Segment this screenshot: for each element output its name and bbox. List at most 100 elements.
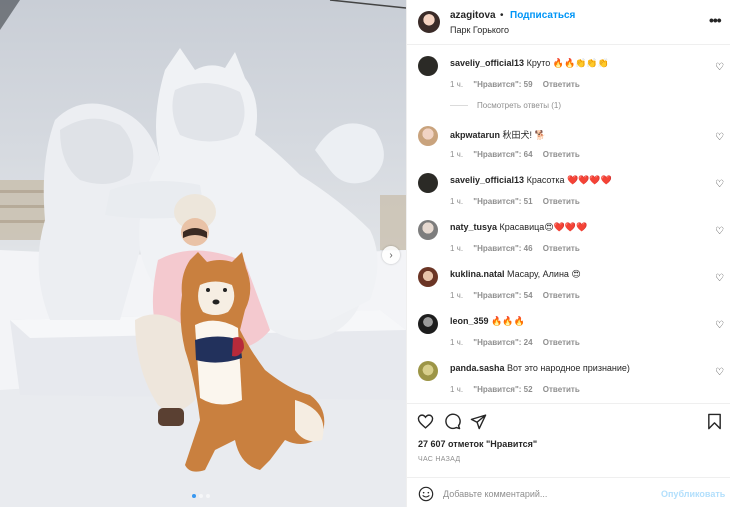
commenter-username[interactable]: saveliy_official13: [450, 58, 524, 68]
comment-like-heart-icon[interactable]: ♡: [715, 62, 724, 73]
comment-text: Вот это народное признание): [507, 363, 630, 373]
comment-item: leon_359 🔥🔥🔥 1 ч. "Нравится": 24 Ответит…: [407, 304, 730, 351]
reply-button[interactable]: Ответить: [543, 150, 580, 159]
post-location[interactable]: Парк Горького: [450, 25, 509, 35]
comment-item: saveliy_official13 Красотка ❤️❤️❤️❤️ 1 ч…: [407, 163, 730, 210]
view-replies-label: Посмотреть ответы (1): [477, 101, 562, 110]
comment-body: saveliy_official13 Круто 🔥🔥👏👏👏: [450, 58, 609, 69]
commenter-avatar[interactable]: [418, 314, 438, 334]
comment-likes[interactable]: "Нравится": 54: [473, 291, 532, 300]
comment-time: 1 ч.: [450, 197, 464, 206]
comment-item: panda.sasha Вот это народное признание) …: [407, 351, 730, 398]
commenter-username[interactable]: akpwatarun: [450, 130, 500, 140]
carousel-dot-active: [192, 494, 196, 498]
comment-body: naty_tusya Красавица😍❤️❤️❤️: [450, 222, 587, 233]
reply-button[interactable]: Ответить: [543, 338, 580, 347]
commenter-username[interactable]: kuklina.natal: [450, 269, 505, 279]
comment-time: 1 ч.: [450, 80, 464, 89]
reply-button[interactable]: Ответить: [543, 197, 580, 206]
carousel-dot: [199, 494, 203, 498]
comment-meta: 1 ч. "Нравится": 59 Ответить: [450, 80, 588, 89]
comment-item: kuklina.natal Масару, Алина 😍 1 ч. "Нрав…: [407, 257, 730, 304]
comment-text: Красавица😍❤️❤️❤️: [499, 222, 588, 232]
comment-time: 1 ч.: [450, 338, 464, 347]
comment-body: saveliy_official13 Красотка ❤️❤️❤️❤️: [450, 175, 612, 186]
comment-meta: 1 ч. "Нравится": 51 Ответить: [450, 197, 588, 206]
author-avatar[interactable]: [418, 11, 440, 33]
reply-button[interactable]: Ответить: [543, 244, 580, 253]
post-actions: 27 607 отметок "Нравится" ЧАС НАЗАД Опуб…: [407, 403, 730, 507]
emoji-icon[interactable]: [418, 486, 434, 502]
likes-count[interactable]: 27 607 отметок "Нравится": [418, 439, 537, 449]
add-comment-bar: Опубликовать: [407, 477, 730, 507]
post-photo[interactable]: Масару ›: [0, 0, 406, 507]
carousel-next-button[interactable]: ›: [382, 246, 400, 264]
publish-button[interactable]: Опубликовать: [661, 489, 725, 499]
commenter-username[interactable]: leon_359: [450, 316, 489, 326]
commenter-avatar[interactable]: [418, 56, 438, 76]
comment-likes[interactable]: "Нравится": 59: [473, 80, 532, 89]
comment-body: akpwatarun 秋田犬! 🐕: [450, 128, 546, 141]
comment-text: Масару, Алина 😍: [507, 269, 581, 279]
post-header: azagitova • Подписаться Парк Горького ••…: [407, 0, 730, 45]
view-replies-button[interactable]: Посмотреть ответы (1): [450, 101, 561, 110]
comment-meta: 1 ч. "Нравится": 64 Ответить: [450, 150, 588, 159]
commenter-username[interactable]: saveliy_official13: [450, 175, 524, 185]
bookmark-icon[interactable]: [706, 413, 723, 430]
comment-like-heart-icon[interactable]: ♡: [715, 367, 724, 378]
instagram-post-view: Масару ›: [0, 0, 730, 507]
comment-item: saveliy_official13 Круто 🔥🔥👏👏👏 1 ч. "Нра…: [407, 46, 730, 93]
follow-button[interactable]: Подписаться: [510, 10, 575, 21]
comment-text: 🔥🔥🔥: [491, 316, 525, 326]
carousel-dot: [206, 494, 210, 498]
comment-like-heart-icon[interactable]: ♡: [715, 320, 724, 331]
author-username[interactable]: azagitova: [450, 10, 496, 21]
comment-meta: 1 ч. "Нравится": 24 Ответить: [450, 338, 588, 347]
replies-divider: [450, 105, 468, 106]
commenter-username[interactable]: panda.sasha: [450, 363, 505, 373]
comment-likes[interactable]: "Нравится": 46: [473, 244, 532, 253]
reply-button[interactable]: Ответить: [543, 385, 580, 394]
comment-time: 1 ч.: [450, 291, 464, 300]
comment-item: naty_tusya Красавица😍❤️❤️❤️ 1 ч. "Нравит…: [407, 210, 730, 257]
carousel-indicator: [192, 494, 210, 498]
comment-like-heart-icon[interactable]: ♡: [715, 179, 724, 190]
comment-likes[interactable]: "Нравится": 51: [473, 197, 532, 206]
comment-meta: 1 ч. "Нравится": 52 Ответить: [450, 385, 588, 394]
commenter-avatar[interactable]: [418, 267, 438, 287]
snow-sculpture-photo: Масару: [0, 0, 406, 507]
commenter-avatar[interactable]: [418, 220, 438, 240]
comment-likes[interactable]: "Нравится": 52: [473, 385, 532, 394]
comment-time: 1 ч.: [450, 244, 464, 253]
comment-body: panda.sasha Вот это народное признание): [450, 363, 630, 373]
commenter-username[interactable]: naty_tusya: [450, 222, 497, 232]
comment-meta: 1 ч. "Нравится": 46 Ответить: [450, 244, 588, 253]
comment-item: akpwatarun 秋田犬! 🐕 1 ч. "Нравится": 64 От…: [407, 116, 730, 163]
comment-body: kuklina.natal Масару, Алина 😍: [450, 269, 581, 280]
comment-likes[interactable]: "Нравится": 24: [473, 338, 532, 347]
post-time[interactable]: ЧАС НАЗАД: [418, 456, 460, 463]
more-icon[interactable]: •••: [709, 12, 722, 28]
commenter-avatar[interactable]: [418, 173, 438, 193]
comment-input[interactable]: [443, 486, 643, 502]
comments-list: saveliy_official13 Круто 🔥🔥👏👏👏 1 ч. "Нра…: [407, 46, 730, 402]
comment-like-heart-icon[interactable]: ♡: [715, 226, 724, 237]
comment-like-heart-icon[interactable]: ♡: [715, 132, 724, 143]
reply-button[interactable]: Ответить: [543, 80, 580, 89]
reply-button[interactable]: Ответить: [543, 291, 580, 300]
post-side-panel: azagitova • Подписаться Парк Горького ••…: [406, 0, 730, 507]
comment-time: 1 ч.: [450, 150, 464, 159]
comment-meta: 1 ч. "Нравится": 54 Ответить: [450, 291, 588, 300]
comment-text: 秋田犬! 🐕: [502, 130, 546, 140]
comment-like-heart-icon[interactable]: ♡: [715, 273, 724, 284]
comment-icon[interactable]: [444, 413, 461, 430]
comment-text: Красотка ❤️❤️❤️❤️: [526, 175, 612, 185]
commenter-avatar[interactable]: [418, 361, 438, 381]
share-icon[interactable]: [470, 413, 487, 430]
heart-icon[interactable]: [417, 413, 434, 430]
commenter-avatar[interactable]: [418, 126, 438, 146]
header-separator: •: [500, 10, 504, 21]
comment-likes[interactable]: "Нравится": 64: [473, 150, 532, 159]
comment-body: leon_359 🔥🔥🔥: [450, 316, 525, 327]
comment-text: Круто 🔥🔥👏👏👏: [526, 58, 609, 68]
